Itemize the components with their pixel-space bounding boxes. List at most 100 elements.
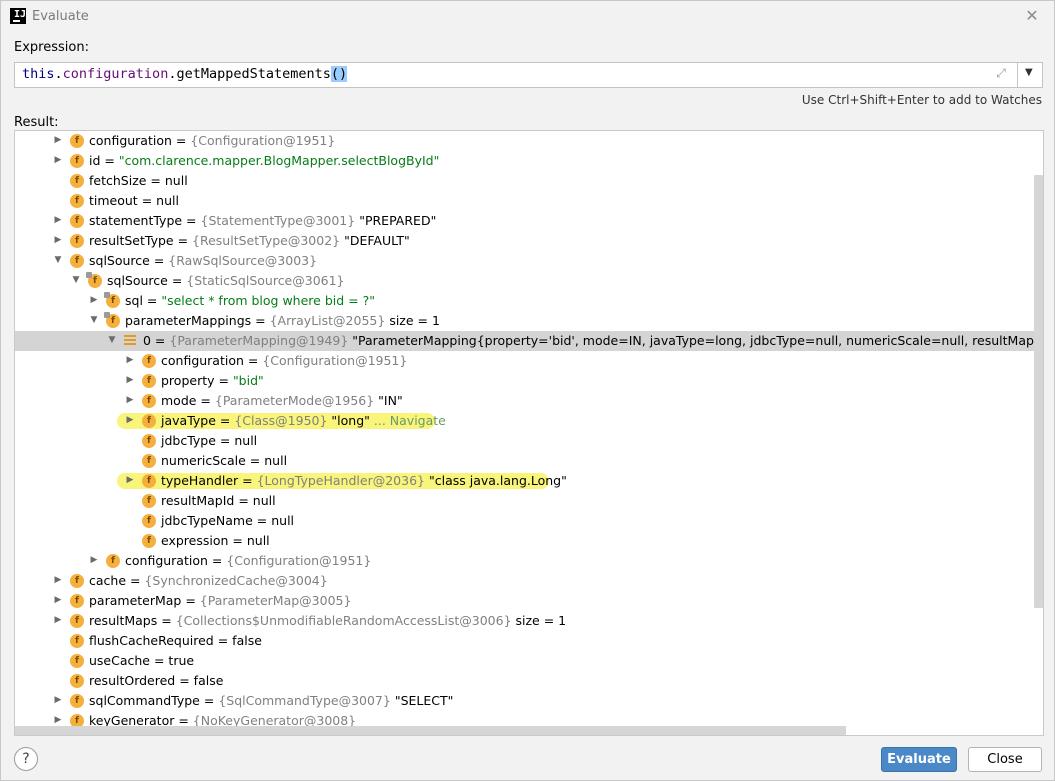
equals-sign: = [175, 673, 194, 688]
result-tree[interactable]: ▶ f configuration = {Configuration@1951} ▶ f… [14, 130, 1044, 736]
close-button[interactable]: Close [968, 747, 1042, 772]
tree-row[interactable]: ▶ f parameterMap = {ParameterMap@3005} [15, 591, 1043, 611]
field-name: jdbcTypeName [161, 513, 253, 528]
tree-row[interactable]: f jdbcTypeName = null [15, 511, 1043, 531]
expand-arrow-icon[interactable]: ▶ [125, 474, 135, 486]
equals-sign: = [213, 633, 233, 648]
tree-row[interactable]: ▶ f configuration = {Configuration@1951} [15, 351, 1043, 371]
object-reference: {Class@1950} [234, 413, 328, 428]
row-text: cache = {SynchronizedCache@3004} [89, 573, 328, 589]
expand-arrow-icon[interactable]: ▶ [53, 694, 63, 706]
expand-arrow-icon[interactable]: ▶ [125, 394, 135, 406]
close-icon[interactable]: ✕ [1023, 7, 1041, 25]
collapse-arrow-icon[interactable]: ▼ [71, 274, 81, 286]
tree-row[interactable]: f flushCacheRequired = false [15, 631, 1043, 651]
expand-arrow-icon[interactable]: ▶ [53, 574, 63, 586]
help-button[interactable]: ? [14, 747, 38, 771]
evaluate-button[interactable]: Evaluate [881, 747, 957, 772]
tree-row[interactable]: ▶ f property = "bid" [15, 371, 1043, 391]
field-name: resultSetType [89, 233, 174, 248]
row-text: useCache = true [89, 653, 194, 669]
tree-row[interactable]: ▶ f configuration = {Configuration@1951} [15, 551, 1043, 571]
tree-row[interactable]: ▶ f statementType = {StatementType@3001} "… [15, 211, 1043, 231]
field-name: statementType [89, 213, 183, 228]
expand-editor-icon[interactable]: ⤢ [993, 66, 1009, 82]
row-text: parameterMappings = {ArrayList@2055} siz… [125, 313, 440, 329]
equals-sign: = [181, 593, 200, 608]
tree-row[interactable]: ▶ f sql = "select * from blog where bid = … [15, 291, 1043, 311]
tree-row[interactable]: ▶ f configuration = {Configuration@1951} [15, 131, 1043, 151]
tree-row[interactable]: ▼ f parameterMappings = {ArrayList@2055} s… [15, 311, 1043, 331]
collapse-arrow-icon[interactable]: ▼ [107, 334, 117, 346]
row-text: mode = {ParameterMode@1956} "IN" [161, 393, 403, 409]
equals-sign: = [149, 253, 169, 268]
field-value: null [252, 493, 276, 508]
expand-arrow-icon[interactable]: ▶ [89, 294, 99, 306]
expand-arrow-icon[interactable]: ▶ [53, 154, 63, 166]
tree-row[interactable]: f resultMapId = null [15, 491, 1043, 511]
equals-sign: = [137, 193, 157, 208]
vertical-scrollbar[interactable] [1034, 175, 1043, 608]
field-icon: f [142, 354, 156, 368]
tree-row[interactable]: f useCache = true [15, 651, 1043, 671]
collapse-arrow-icon[interactable]: ▼ [89, 314, 99, 326]
field-value: false [232, 633, 262, 648]
field-icon: f [142, 514, 156, 528]
field-name: jdbcType [161, 433, 216, 448]
tree-row[interactable]: ▶ f sqlCommandType = {SqlCommandType@3007}… [15, 691, 1043, 711]
equals-sign: = [126, 573, 145, 588]
tree-row[interactable]: ▶ f id = "com.clarence.mapper.BlogMapper.s… [15, 151, 1043, 171]
field-value: null [246, 533, 270, 548]
field-value: size = 1 [515, 613, 567, 628]
tree-row[interactable]: ▼ f sqlSource = {StaticSqlSource@3061} [15, 271, 1043, 291]
tree-row[interactable]: f numericScale = null [15, 451, 1043, 471]
field-name: cache [89, 573, 127, 588]
tree-row[interactable]: f fetchSize = null [15, 171, 1043, 191]
window-title: Evaluate [32, 9, 89, 24]
horizontal-scrollbar[interactable] [15, 726, 846, 735]
field-icon: f [142, 394, 156, 408]
field-name: expression [161, 533, 229, 548]
object-reference: {LongTypeHandler@2036} [256, 473, 425, 488]
expand-arrow-icon[interactable]: ▶ [53, 234, 63, 246]
equals-sign: = [157, 613, 176, 628]
tree-row[interactable]: ▼ 0 = {ParameterMapping@1949} "ParameterM… [15, 331, 1043, 351]
field-name: property [161, 373, 215, 388]
expr-field: configuration [62, 66, 169, 82]
history-dropdown-button[interactable]: ▼ [1018, 62, 1043, 88]
expand-arrow-icon[interactable]: ▶ [125, 354, 135, 366]
expand-arrow-icon[interactable]: ▶ [53, 594, 63, 606]
field-value: "long" [331, 413, 370, 428]
field-name: resultMapId [161, 493, 235, 508]
expand-arrow-icon[interactable]: ▶ [125, 414, 135, 426]
tree-row[interactable]: f resultOrdered = false [15, 671, 1043, 691]
expand-arrow-icon[interactable]: ▶ [53, 214, 63, 226]
tree-row[interactable]: ▶ f typeHandler = {LongTypeHandler@2036} "… [15, 471, 1043, 491]
tree-row[interactable]: ▶ f resultMaps = {Collections$Unmodifiable… [15, 611, 1043, 631]
tree-row[interactable]: ▶ f javaType = {Class@1950} "long" ... Nav… [15, 411, 1043, 431]
intellij-app-icon: IJ [10, 8, 26, 24]
field-icon: f [142, 534, 156, 548]
expand-arrow-icon[interactable]: ▶ [89, 554, 99, 566]
tree-row[interactable]: ▶ f resultSetType = {ResultSetType@3002} "… [15, 231, 1043, 251]
field-value: "DEFAULT" [344, 233, 410, 248]
tree-row[interactable]: f jdbcType = null [15, 431, 1043, 451]
tree-row[interactable]: ▶ f mode = {ParameterMode@1956} "IN" [15, 391, 1043, 411]
field-name: javaType [161, 413, 216, 428]
field-icon: f [104, 312, 120, 328]
expand-arrow-icon[interactable]: ▶ [53, 714, 63, 726]
expand-arrow-icon[interactable]: ▶ [125, 374, 135, 386]
tree-row[interactable]: f timeout = null [15, 191, 1043, 211]
field-icon: f [86, 272, 102, 288]
expand-arrow-icon[interactable]: ▶ [53, 614, 63, 626]
collapse-arrow-icon[interactable]: ▼ [53, 254, 63, 266]
object-reference: {SqlCommandType@3007} [218, 693, 391, 708]
row-text: javaType = {Class@1950} "long" ... Navig… [161, 413, 446, 429]
navigate-link[interactable]: ... Navigate [374, 413, 446, 428]
tree-row[interactable]: ▶ f cache = {SynchronizedCache@3004} [15, 571, 1043, 591]
tree-row[interactable]: f expression = null [15, 531, 1043, 551]
expand-arrow-icon[interactable]: ▶ [53, 134, 63, 146]
object-reference: {StaticSqlSource@3061} [186, 273, 345, 288]
tree-row[interactable]: ▼ f sqlSource = {RawSqlSource@3003} [15, 251, 1043, 271]
expression-input[interactable]: this.configuration.getMappedStatements() [14, 62, 1018, 88]
